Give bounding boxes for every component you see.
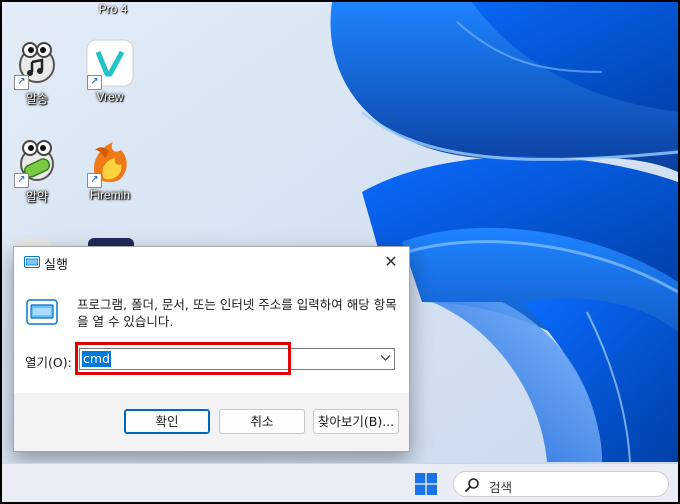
shortcut-arrow-icon: ↗ [87,75,102,90]
run-app-icon [24,256,40,268]
cancel-button[interactable]: 취소 [219,409,305,434]
windows-logo-icon[interactable] [415,473,437,495]
desktop-icon-alsong[interactable]: ↗ 알송 [2,38,72,107]
run-app-icon [26,299,58,325]
desktop-icon-alyac[interactable]: ↗ 알약 [2,136,72,205]
chevron-down-icon[interactable] [379,352,391,366]
close-button[interactable]: ✕ [373,247,409,277]
dialog-description: 프로그램, 폴더, 문서, 또는 인터넷 주소를 입력하여 해당 항목을 열 수… [77,297,397,329]
shortcut-arrow-icon: ↗ [14,75,29,90]
desktop-icon-vrew[interactable]: ↗ Vrew [75,38,145,104]
open-input-value[interactable]: cmd [82,351,111,367]
open-input[interactable]: cmd [79,348,395,370]
desktop-icon-label: 알약 [25,190,49,204]
shortcut-arrow-icon: ↗ [87,173,102,188]
dialog-title: 실행 [44,258,68,273]
dialog-titlebar[interactable]: 실행 ✕ [14,247,409,277]
open-label: 열기(O): [25,355,72,370]
search-placeholder: 검색 [489,480,513,495]
ok-button[interactable]: 확인 [124,409,210,434]
firemin-icon: ↗ [85,136,135,188]
dialog-content: 프로그램, 폴더, 문서, 또는 인터넷 주소를 입력하여 해당 항목을 열 수… [14,277,409,393]
desktop-icon-label: Vrew [96,90,124,104]
run-dialog: 실행 ✕ 프로그램, 폴더, 문서, 또는 인터넷 주소를 입력하여 해당 항목… [13,246,410,452]
desktop-icon-firemin[interactable]: ↗ Firemin [75,136,145,202]
alyac-icon: ↗ [12,136,62,188]
taskbar: 검색 [2,463,678,502]
desktop-icon-label: 알송 [25,92,49,106]
vrew-icon: ↗ [85,38,135,90]
alsong-icon: ↗ [12,38,62,90]
taskbar-search[interactable]: 검색 [453,471,669,497]
desktop: Pro 4 ↗ 알송 ↗ Vrew ↗ 알약 ↗ Firemin 실행 ✕ 프로… [2,2,678,502]
shortcut-arrow-icon: ↗ [14,173,29,188]
desktop-icon-label: Firemin [89,188,130,202]
search-icon [465,478,479,492]
desktop-icon-label-partial: Pro 4 [98,2,128,16]
browse-button[interactable]: 찾아보기(B)... [313,409,399,434]
close-icon: ✕ [384,252,398,271]
